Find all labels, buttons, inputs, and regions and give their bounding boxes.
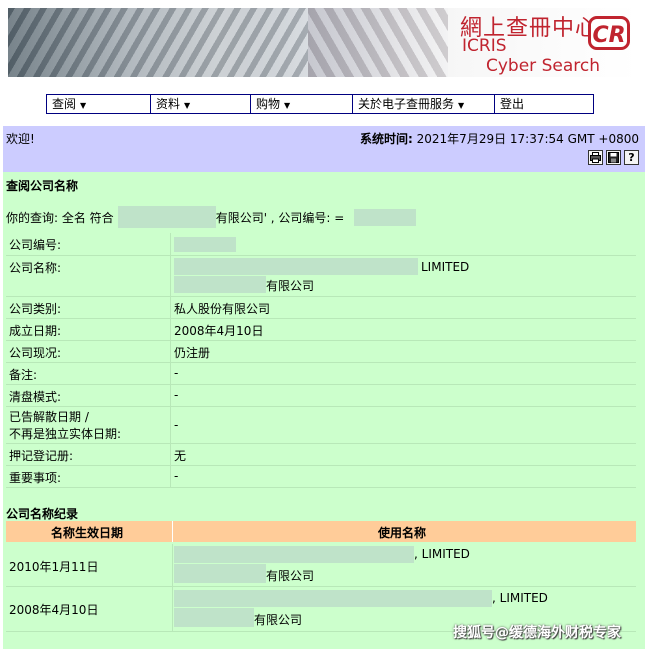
col-effective-date: 名称生效日期 [51,526,124,540]
icris-banner: 網上查冊中心 ICRIS Cyber Search Centre CR [8,8,638,77]
winding-up-mode-value: - [174,388,179,402]
menu-item-search[interactable]: 查阅 ▼ [47,95,151,113]
remarks-label: 备注: [9,368,38,382]
history-name-cn: 有限公司 [254,613,303,627]
redacted-block [174,258,418,275]
company-number-label: 公司编号: [9,238,62,252]
history-date: 2008年4月10日 [9,603,99,617]
redacted-block [117,206,216,228]
watermark: 搜狐号@缓德海外财税专家 [453,625,621,641]
company-name-cn: 有限公司 [266,279,315,293]
company-type-row: 公司类别: 私人股份有限公司 [6,297,636,319]
winding-up-mode-row: 清盘模式: - [6,385,636,407]
dissolution-date-label-1: 已告解散日期 / [9,410,89,424]
redacted-block [354,208,417,226]
system-time: 系统时间: 2021年7月29日 17:37:54 GMT +0800 [360,130,639,147]
col-name-used: 使用名称 [378,526,427,540]
menu-item-label: 关於电子查冊服务 [358,97,455,111]
important-notes-value: - [174,469,179,483]
menu-item-info[interactable]: 资料 ▼ [151,95,251,113]
incorporation-date-value: 2008年4月10日 [174,324,264,338]
history-date: 2010年1月11日 [9,560,99,574]
menu-item-label: 资料 [156,97,181,111]
dissolution-date-row: 已告解散日期 / 不再是独立实体日期: - [6,407,636,444]
name-history-title: 公司名称纪录 [6,507,79,521]
remarks-value: - [174,366,179,380]
important-notes-row: 重要事项: - [6,466,636,488]
redacted-block [174,608,254,627]
caret-down-icon: ▼ [284,101,291,110]
incorporation-date-label: 成立日期: [9,324,62,338]
help-icon[interactable]: ? [624,150,639,165]
welcome-bar: 欢迎! 系统时间: 2021年7月29日 17:37:54 GMT +0800 … [3,126,645,172]
cr-logo: CR [588,16,630,50]
banner-title-cyber: Cyber Search Centre [486,56,600,77]
caret-down-icon: ▼ [184,101,191,110]
menu-item-label: 购物 [256,97,281,111]
menu-item-logout[interactable]: 登出 [495,95,593,113]
save-icon[interactable] [606,150,621,165]
redacted-block [174,546,414,563]
printer-icon[interactable] [588,150,603,165]
caret-down-icon: ▼ [458,101,465,110]
redacted-block [174,276,266,293]
name-history-row: 2010年1月11日 , LIMITED 有限公司 [6,544,636,587]
history-name-en: , LIMITED [414,547,470,561]
main-content: 查阅公司名称 你的查询: 全名 符合 有限公司' , 公司编号: = 公司编号:… [3,172,645,649]
dissolution-date-value: - [174,418,179,432]
charges-register-row: 押记登记册: 无 [6,444,636,466]
company-name-label: 公司名称: [9,261,62,275]
history-name-cn: 有限公司 [266,569,315,583]
dissolution-date-label-2: 不再是独立实体日期: [9,427,122,441]
history-name-en: , LIMITED [492,591,548,605]
main-menu: 查阅 ▼ 资料 ▼ 购物 ▼ 关於电子查冊服务 ▼ 登出 [46,94,594,114]
banner-photo [8,8,308,77]
system-time-value: 2021年7月29日 17:37:54 GMT +0800 [416,132,639,146]
system-time-label: 系统时间: [360,132,413,146]
company-type-label: 公司类别: [9,302,62,316]
company-name-row: 公司名称: LIMITED 有限公司 [6,256,636,297]
company-status-value: 仍注册 [174,346,211,360]
charges-register-value: 无 [174,449,187,463]
name-history-header: 名称生效日期 使用名称 [6,521,636,542]
menu-item-about[interactable]: 关於电子查冊服务 ▼ [353,95,495,113]
redacted-block [174,237,236,252]
query-summary: 你的查询: 全名 符合 有限公司' , 公司编号: = [6,206,417,228]
banner-title-icris: ICRIS [462,36,507,56]
menu-item-label: 登出 [500,97,525,111]
caret-down-icon: ▼ [80,101,87,110]
important-notes-label: 重要事项: [9,471,62,485]
menu-item-shopping[interactable]: 购物 ▼ [251,95,353,113]
incorporation-date-row: 成立日期: 2008年4月10日 [6,319,636,341]
query-suffix: 有限公司' , 公司编号: = [215,210,345,225]
search-section-title: 查阅公司名称 [6,179,79,193]
company-name-en: LIMITED [421,260,470,274]
company-number-row: 公司编号: [6,233,636,256]
charges-register-label: 押记登记册: [9,449,74,463]
winding-up-mode-label: 清盘模式: [9,390,62,404]
toolbar-icons: ? [588,150,639,165]
company-status-row: 公司现况: 仍注册 [6,341,636,363]
remarks-row: 备注: - [6,363,636,385]
query-prefix: 你的查询: 全名 符合 [6,210,114,225]
banner-photo-2 [308,8,448,77]
welcome-text: 欢迎! [6,132,35,146]
redacted-block [174,564,266,583]
redacted-block [174,590,492,607]
company-type-value: 私人股份有限公司 [174,302,271,316]
menu-item-label: 查阅 [52,97,77,111]
company-status-label: 公司现况: [9,346,62,360]
